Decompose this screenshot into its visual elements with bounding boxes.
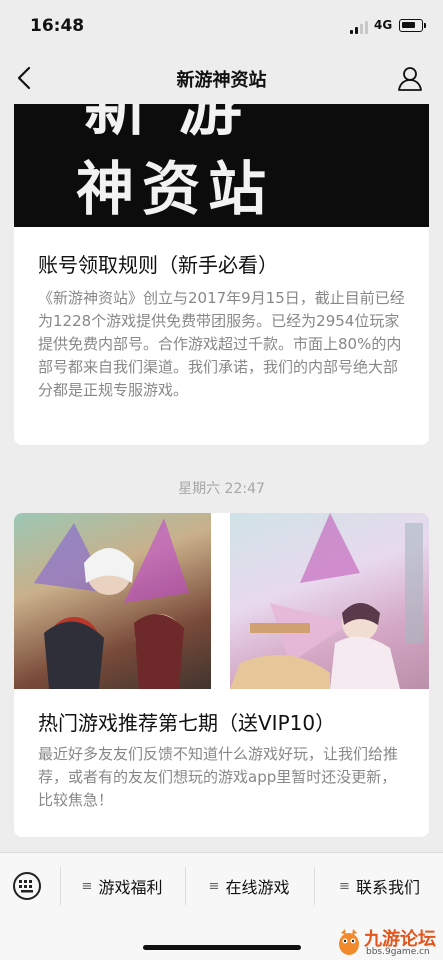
- menu-icon: ≡: [339, 878, 350, 894]
- menu-item-label: 游戏福利: [98, 878, 163, 897]
- menu-item-label: 联系我们: [355, 878, 420, 897]
- article-cover: [14, 513, 429, 689]
- menu-icon: ≡: [208, 878, 220, 894]
- keyboard-icon[interactable]: [12, 871, 42, 901]
- article-description: 最近好多友友们反馈不知道什么游戏好玩，让我们给推荐，或者有的友友们想玩的游戏ap…: [38, 745, 399, 809]
- game-artwork-image: [230, 513, 429, 689]
- message-timestamp: 星期六 22:47: [178, 481, 265, 497]
- menu-item-online-games[interactable]: ≡ 在线游戏: [187, 867, 311, 905]
- menu-divider: [185, 867, 186, 905]
- menu-divider: [60, 867, 61, 905]
- network-type: 4G: [374, 18, 393, 32]
- mascot-icon: [339, 929, 359, 955]
- article-description: 《新游神资站》创立与2017年9月15日，截止目前已经为1228个游戏提供免费带…: [38, 289, 405, 399]
- watermark: 九游论坛 bbs.9game.cn: [336, 925, 440, 960]
- user-icon[interactable]: [396, 64, 424, 92]
- page-title: 新游神资站: [176, 70, 267, 91]
- message-list[interactable]: 新游 神资站 账号领取规则（新手必看） 《新游神资站》创立与2017年9月15日…: [0, 104, 443, 852]
- article-card[interactable]: 热门游戏推荐第七期（送VIP10） 最近好多友友们反馈不知道什么游戏好玩，让我们…: [14, 513, 429, 837]
- status-time: 16:48: [30, 16, 85, 36]
- nav-bar: 新游神资站: [0, 52, 443, 104]
- signal-icon: [350, 20, 368, 34]
- banner-text: 神资站: [76, 155, 275, 223]
- bottom-menu: ≡ 游戏福利 ≡ 在线游戏 ≡ 联系我们 九游论坛 bbs.9game.cn: [0, 852, 443, 960]
- status-bar: 16:48 4G: [0, 0, 443, 52]
- article-title: 账号领取规则（新手必看）: [38, 253, 278, 277]
- article-card[interactable]: 新游 神资站 账号领取规则（新手必看） 《新游神资站》创立与2017年9月15日…: [14, 104, 429, 445]
- menu-divider: [314, 867, 315, 905]
- menu-item-contact-us[interactable]: ≡ 联系我们: [316, 867, 443, 905]
- menu-icon: ≡: [81, 878, 93, 894]
- menu-item-game-welfare[interactable]: ≡ 游戏福利: [62, 867, 182, 905]
- battery-icon: [399, 19, 426, 32]
- article-title: 热门游戏推荐第七期（送VIP10）: [38, 711, 336, 735]
- watermark-url: bbs.9game.cn: [366, 947, 430, 957]
- menu-item-label: 在线游戏: [225, 878, 290, 897]
- home-indicator[interactable]: [143, 945, 301, 950]
- article-banner: 新游 神资站: [14, 104, 429, 227]
- game-artwork-image: [14, 513, 211, 689]
